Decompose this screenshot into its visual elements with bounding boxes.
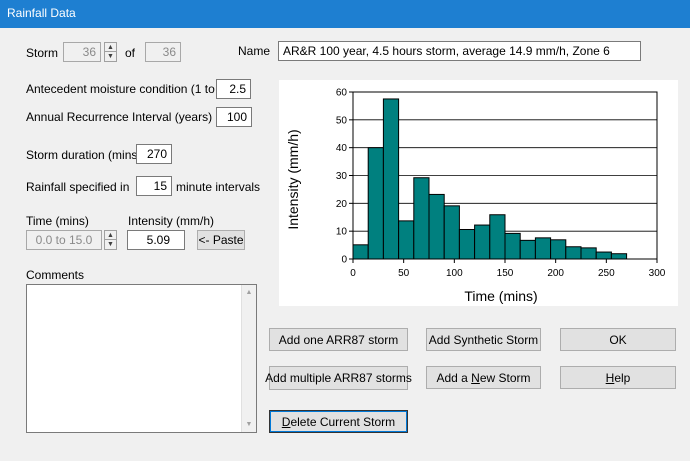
chart-bar bbox=[367, 147, 384, 260]
chart-bar bbox=[565, 246, 582, 260]
y-tick-label: 60 bbox=[336, 88, 348, 99]
add-new-label-post: ew Storm bbox=[479, 370, 531, 385]
chart-bar bbox=[352, 244, 369, 260]
time-field: 0.0 to 15.0 bbox=[26, 230, 102, 250]
chart-bar bbox=[428, 193, 445, 260]
intensity-field[interactable]: 5.09 bbox=[127, 230, 185, 250]
y-tick-label: 30 bbox=[336, 171, 348, 182]
title-bar: Rainfall Data bbox=[0, 0, 690, 28]
help-label-accel: H bbox=[605, 370, 615, 385]
chart-bar bbox=[382, 98, 400, 260]
ari-field[interactable]: 100 bbox=[216, 107, 252, 127]
moisture-label: Antecedent moisture condition (1 to 4) bbox=[26, 82, 229, 96]
paste-button[interactable]: <- Paste bbox=[197, 230, 245, 250]
storm-spinner[interactable]: ▲ ▼ bbox=[104, 42, 117, 62]
x-tick-label: 250 bbox=[598, 268, 615, 279]
rainfall-label: Rainfall specified in bbox=[26, 180, 130, 194]
chart-bar bbox=[458, 228, 476, 260]
name-label: Name bbox=[238, 44, 271, 58]
x-tick-label: 100 bbox=[446, 268, 463, 279]
intensity-chart-panel: 0 10 20 30 40 50 60 0 50 100 150 200 250 300 Intensi… bbox=[279, 80, 678, 306]
spin-down-icon[interactable]: ▼ bbox=[105, 240, 116, 249]
y-tick-label: 0 bbox=[341, 255, 347, 266]
delete-label-accel: D bbox=[281, 414, 291, 429]
storm-total-field: 36 bbox=[145, 42, 181, 62]
chart-bar bbox=[534, 237, 552, 260]
duration-field[interactable]: 270 bbox=[136, 144, 172, 164]
y-tick-label: 40 bbox=[336, 143, 348, 154]
y-tick-label: 10 bbox=[336, 227, 348, 238]
intensity-label: Intensity (mm/h) bbox=[128, 214, 215, 228]
chart-bar bbox=[595, 251, 612, 260]
spin-up-icon[interactable]: ▲ bbox=[105, 231, 116, 240]
help-label-post: elp bbox=[614, 370, 631, 385]
rainfall-suffix-label: minute intervals bbox=[176, 180, 261, 194]
storm-of-label: of bbox=[125, 46, 136, 60]
y-tick-label: 50 bbox=[336, 115, 348, 126]
chart-bar bbox=[550, 239, 567, 260]
moisture-field[interactable]: 2.5 bbox=[216, 79, 251, 99]
x-tick-label: 300 bbox=[649, 268, 666, 279]
x-tick-label: 0 bbox=[350, 268, 356, 279]
comments-label: Comments bbox=[26, 268, 85, 282]
chart-bar bbox=[398, 220, 415, 260]
spin-down-icon[interactable]: ▼ bbox=[105, 52, 116, 61]
add-new-storm-button[interactable]: Add a New Storm bbox=[426, 366, 541, 389]
add-new-label-pre: Add a bbox=[436, 370, 472, 385]
storm-label: Storm bbox=[26, 46, 59, 60]
x-tick-label: 150 bbox=[497, 268, 514, 279]
chart-bar bbox=[519, 239, 536, 260]
add-one-arr87-button[interactable]: Add one ARR87 storm bbox=[269, 328, 408, 351]
window-title: Rainfall Data bbox=[7, 6, 76, 20]
y-axis-label: Intensity (mm/h) bbox=[285, 129, 301, 229]
duration-label: Storm duration (mins) bbox=[26, 148, 142, 162]
ok-button[interactable]: OK bbox=[560, 328, 676, 351]
delete-label-post: elete Current Storm bbox=[290, 414, 396, 429]
spin-up-icon[interactable]: ▲ bbox=[105, 43, 116, 52]
intensity-chart: 0 10 20 30 40 50 60 0 50 100 150 200 250 300 Intensi… bbox=[285, 88, 666, 305]
time-label: Time (mins) bbox=[26, 214, 89, 228]
chart-bar bbox=[489, 214, 506, 260]
add-new-label-accel: N bbox=[471, 370, 480, 385]
time-spinner[interactable]: ▲ ▼ bbox=[104, 230, 117, 250]
storm-current-field[interactable]: 36 bbox=[63, 42, 101, 62]
y-tick-label: 20 bbox=[336, 199, 348, 210]
add-multiple-arr87-button[interactable]: Add multiple ARR87 storms bbox=[265, 366, 412, 390]
ari-label: Annual Recurrence Interval (years) bbox=[26, 110, 213, 124]
scroll-up-icon[interactable]: ▲ bbox=[242, 285, 256, 300]
delete-current-storm-button[interactable]: Delete Current Storm bbox=[269, 410, 408, 433]
chart-bar bbox=[504, 232, 521, 260]
x-tick-label: 50 bbox=[398, 268, 410, 279]
help-button[interactable]: Help bbox=[560, 366, 676, 389]
rainfall-interval-field[interactable]: 15 bbox=[136, 176, 172, 196]
x-axis-label: Time (mins) bbox=[464, 288, 537, 304]
comments-scrollbar[interactable]: ▲ ▼ bbox=[241, 285, 256, 432]
add-synthetic-storm-button[interactable]: Add Synthetic Storm bbox=[426, 328, 541, 351]
comments-textarea[interactable]: ▲ ▼ bbox=[26, 284, 257, 433]
chart-bar bbox=[474, 224, 491, 260]
chart-bar bbox=[413, 177, 430, 260]
scroll-down-icon[interactable]: ▼ bbox=[242, 417, 256, 432]
chart-bar bbox=[443, 205, 460, 260]
x-tick-label: 200 bbox=[547, 268, 564, 279]
chart-bar bbox=[610, 253, 628, 260]
chart-bar bbox=[580, 247, 597, 260]
name-field[interactable]: AR&R 100 year, 4.5 hours storm, average … bbox=[278, 41, 641, 61]
